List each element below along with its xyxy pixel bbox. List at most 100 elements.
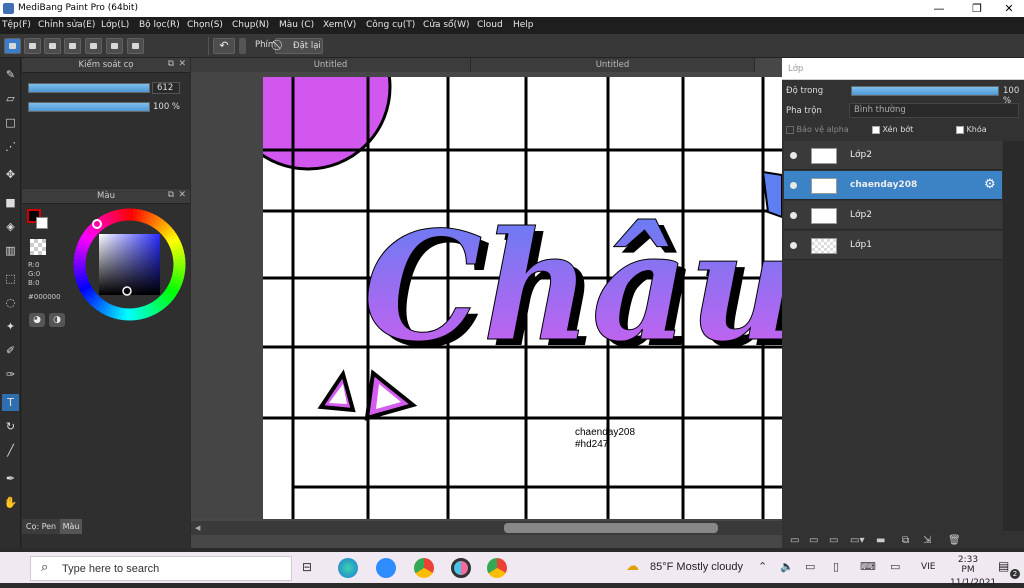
bucket-tool-icon[interactable]: ◈ — [2, 218, 19, 235]
delete-layer-icon[interactable]: 🗑 — [948, 535, 961, 546]
network-icon[interactable]: ▭ — [805, 560, 815, 573]
layer-opacity-slider[interactable] — [851, 86, 999, 96]
gradient-tool-icon[interactable]: ▥ — [2, 242, 19, 259]
scroll-left-icon[interactable]: ◀ — [195, 524, 200, 532]
layer-row-selected[interactable]: chaenday208 ⚙ — [784, 171, 1002, 200]
menu-color[interactable]: Màu (C) — [279, 20, 314, 30]
menu-capture[interactable]: Chụp(N) — [232, 20, 269, 30]
menu-layer[interactable]: Lớp(L) — [101, 20, 129, 30]
menu-filter[interactable]: Bộ lọc(R) — [139, 20, 180, 30]
new-8bit-layer-icon[interactable]: ▭ — [829, 535, 838, 546]
select-tool-icon[interactable]: ⬚ — [2, 270, 19, 287]
new-layer-menu-icon[interactable]: ▭▾ — [850, 535, 864, 546]
menu-select[interactable]: Chọn(S) — [187, 20, 223, 30]
operation-tool-icon[interactable]: ↻ — [2, 418, 19, 435]
layer-settings-gear-icon[interactable]: ⚙ — [984, 177, 996, 192]
menu-tools[interactable]: Công cụ(T) — [366, 20, 415, 30]
document-tab-1[interactable]: Untitled — [191, 58, 471, 72]
visibility-icon[interactable] — [790, 212, 797, 219]
medibang-app-icon[interactable] — [451, 558, 471, 578]
page-icon[interactable] — [85, 38, 102, 54]
scrollbar-thumb[interactable] — [504, 523, 718, 533]
popout-icon[interactable]: ⧉ — [168, 190, 174, 200]
folder-icon[interactable]: ▬ — [876, 535, 885, 546]
brush-tool-icon[interactable]: ✎ — [2, 66, 19, 83]
chevron-up-icon[interactable]: ⌃ — [758, 560, 767, 573]
new-halftone-layer-icon[interactable]: ▭ — [809, 535, 818, 546]
input-indicator-icon[interactable]: ▭ — [890, 560, 900, 573]
menu-edit[interactable]: Chỉnh sửa(E) — [38, 20, 95, 30]
minimize-button[interactable]: — — [922, 0, 956, 17]
chrome-icon-2[interactable] — [487, 558, 507, 578]
magic-wand-tool-icon[interactable]: ✦ — [2, 318, 19, 335]
color-wheel[interactable] — [72, 207, 187, 322]
dot-tool-icon[interactable]: ⋰ — [2, 138, 19, 155]
eyedropper-tool-icon[interactable]: ✒ — [2, 470, 19, 487]
layer-scrollbar[interactable] — [1003, 141, 1024, 531]
visibility-icon[interactable] — [790, 152, 797, 159]
clipping-checkbox[interactable] — [872, 125, 880, 134]
layer-row[interactable]: Lớp2 — [784, 201, 1002, 230]
menu-file[interactable]: Tệp(F) — [2, 20, 31, 30]
list-icon[interactable] — [106, 38, 123, 54]
undo-icon[interactable]: ↶ — [213, 38, 235, 54]
horizontal-scrollbar[interactable]: ◀ — [191, 521, 782, 535]
protect-alpha-option[interactable]: Bảo vệ alpha — [786, 125, 849, 134]
keyboard-icon[interactable]: ⌨ — [860, 560, 876, 573]
windows-start-icon[interactable] — [8, 560, 22, 574]
document-tab-2[interactable]: Untitled — [471, 58, 755, 72]
tab-pen[interactable]: Cọ: Pen — [22, 519, 60, 534]
drawing-canvas[interactable]: Châu Châu chaenday208 #hd247 — [263, 77, 782, 519]
language-indicator[interactable]: VIE — [921, 562, 936, 572]
notification-icon[interactable]: ▤ — [998, 559, 1009, 573]
battery-icon[interactable]: ▯ — [833, 560, 839, 573]
text-tool-icon[interactable]: T — [2, 394, 19, 411]
chrome-icon-1[interactable] — [414, 558, 434, 578]
share-icon[interactable] — [24, 38, 41, 54]
edge-browser-icon[interactable] — [338, 558, 358, 578]
lasso-tool-icon[interactable]: ◌ — [2, 294, 19, 311]
clipping-option[interactable]: Xén bớt — [872, 125, 913, 134]
move-tool-icon[interactable]: ✥ — [2, 166, 19, 183]
panel-icon[interactable] — [64, 38, 81, 54]
maximize-button[interactable]: ❐ — [960, 0, 994, 17]
color-mode-icon[interactable]: ◑ — [49, 313, 65, 327]
visibility-icon[interactable] — [790, 242, 797, 249]
reset-button[interactable]: ⃠ Đặt lại — [275, 38, 323, 54]
divide-tool-icon[interactable]: ╱ — [2, 442, 19, 459]
new-layer-icon[interactable]: ▭ — [790, 535, 799, 546]
select-pen-tool-icon[interactable]: ✐ — [2, 342, 19, 359]
blend-mode-select[interactable]: Bình thường — [849, 103, 1019, 118]
layer-row[interactable]: Lớp2 — [784, 141, 1002, 170]
tab-color[interactable]: Màu — [60, 519, 82, 534]
lock-checkbox[interactable] — [956, 125, 964, 134]
protect-alpha-checkbox[interactable] — [786, 125, 794, 134]
rectangle-tool-icon[interactable]: □ — [2, 114, 19, 131]
background-color-swatch[interactable] — [36, 217, 48, 229]
hand-tool-icon[interactable]: ✋ — [2, 494, 19, 511]
menu-cloud[interactable]: Cloud — [477, 20, 503, 30]
select-eraser-tool-icon[interactable]: ✑ — [2, 366, 19, 383]
weather-text[interactable]: 85°F Mostly cloudy — [650, 561, 743, 573]
comment-icon[interactable] — [44, 38, 61, 54]
close-panel-icon[interactable]: ✕ — [178, 190, 186, 200]
fill-rect-tool-icon[interactable]: ■ — [2, 194, 19, 211]
cloud-icon[interactable] — [4, 38, 21, 54]
layer-row[interactable]: Lớp1 — [784, 231, 1002, 260]
brush-size-value[interactable]: 612 — [152, 82, 180, 94]
zoom-app-icon[interactable] — [376, 558, 396, 578]
brush-size-slider[interactable] — [28, 83, 150, 93]
brush-opacity-slider[interactable] — [28, 102, 150, 112]
menu-view[interactable]: Xem(V) — [323, 20, 356, 30]
close-panel-icon[interactable]: ✕ — [178, 59, 186, 69]
close-button[interactable]: ✕ — [992, 0, 1024, 17]
merge-layer-icon[interactable]: ⇲ — [923, 535, 931, 546]
transparent-color-swatch[interactable] — [30, 239, 46, 255]
grid-icon[interactable] — [127, 38, 144, 54]
lock-option[interactable]: Khóa — [956, 125, 987, 134]
clock[interactable]: 2:33 PM 11/1/2021 — [950, 555, 996, 588]
menu-window[interactable]: Cửa sổ(W) — [423, 20, 469, 30]
eraser-tool-icon[interactable]: ▱ — [2, 90, 19, 107]
task-view-icon[interactable]: ⊟ — [302, 560, 312, 574]
volume-icon[interactable]: 🔈 — [780, 560, 794, 573]
